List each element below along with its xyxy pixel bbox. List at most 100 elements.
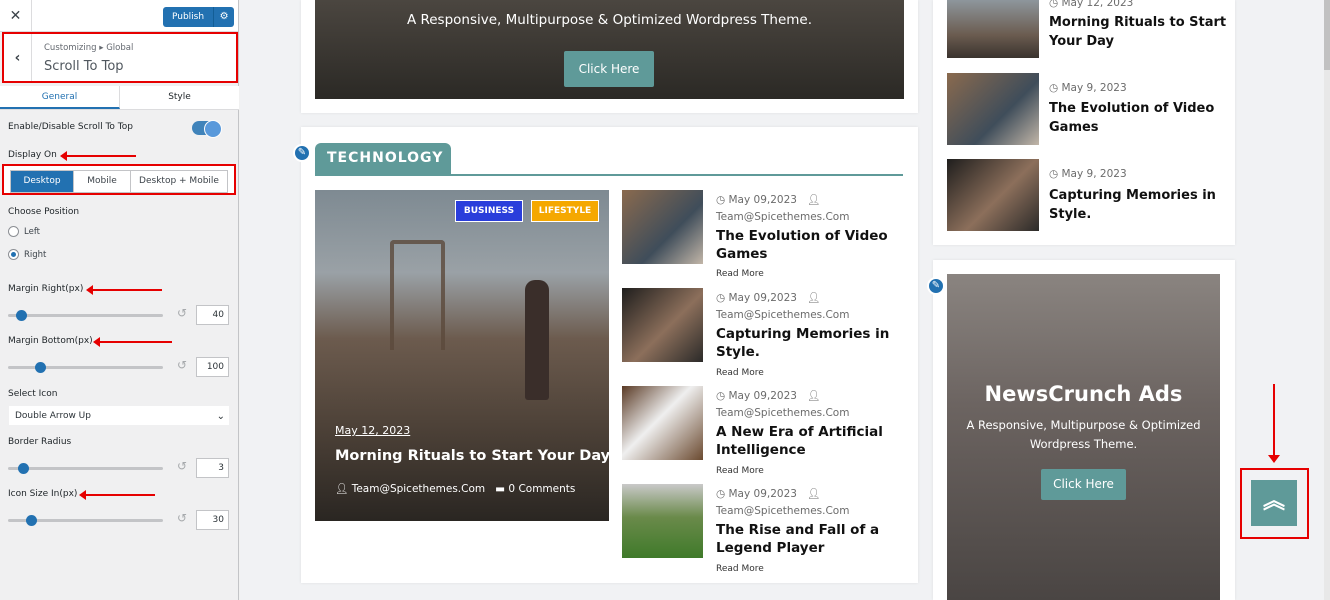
gear-icon[interactable]: ⚙ [213, 7, 235, 27]
comment-icon: ▬ [495, 483, 506, 495]
post-author[interactable]: Team@Spicethemes.Com [716, 407, 849, 419]
position-label: Choose Position [8, 207, 80, 217]
post-title-line[interactable]: Capturing Memories in [716, 325, 889, 343]
post-author[interactable]: Team@Spicethemes.Com [716, 505, 849, 517]
read-more-link[interactable]: Read More [716, 269, 764, 279]
icon-select-value: Double Arrow Up [15, 411, 91, 421]
double-chevron-up-icon[interactable]: ︽ [1251, 480, 1297, 526]
display-desktop-button[interactable]: Desktop [11, 171, 74, 192]
publish-button[interactable]: Publish ⚙ [163, 7, 235, 27]
tab-general[interactable]: General [0, 86, 120, 109]
sidebar-thumbnail[interactable] [947, 0, 1039, 58]
edit-pencil-icon[interactable]: ✎ [293, 144, 311, 162]
tag-lifestyle[interactable]: LIFESTYLE [531, 200, 599, 222]
display-mobile-button[interactable]: Mobile [74, 171, 131, 192]
bridge-graphic [390, 240, 445, 350]
featured-image[interactable] [315, 190, 609, 521]
close-icon[interactable]: ✕ [0, 0, 32, 32]
featured-date[interactable]: May 12, 2023 [335, 424, 410, 437]
margin-bottom-slider[interactable] [8, 362, 163, 373]
post-date: ◷ May 09,2023 👤︎ [716, 488, 821, 500]
post-title-line[interactable]: A New Era of Artificial [716, 423, 883, 441]
post-date: ◷ May 09,2023 👤︎ [716, 292, 821, 304]
section-header: ‹ Customizing ▸ Global Scroll To Top [2, 32, 238, 83]
preview-scrollbar[interactable] [1324, 0, 1330, 600]
position-left-radio[interactable] [8, 226, 19, 237]
post-thumbnail[interactable] [622, 386, 703, 460]
user-icon: 👤︎ [335, 483, 349, 495]
read-more-link[interactable]: Read More [716, 466, 764, 476]
sidebar-post-title-line[interactable]: Your Day [1049, 33, 1114, 51]
annotation-arrow [60, 151, 136, 161]
post-title-line[interactable]: Style. [716, 343, 760, 361]
sidebar-post-title-line[interactable]: Capturing Memories in [1049, 187, 1216, 205]
sidebar-post-title-line[interactable]: Style. [1049, 206, 1091, 224]
post-thumbnail[interactable] [622, 288, 703, 362]
featured-title[interactable]: Morning Rituals to Start Your Day [335, 448, 610, 464]
position-left-label: Left [24, 227, 40, 237]
read-more-link[interactable]: Read More [716, 564, 764, 574]
slider-thumb[interactable] [35, 362, 46, 373]
post-author[interactable]: Team@Spicethemes.Com [716, 211, 849, 223]
post-date: ◷ May 09,2023 👤︎ [716, 194, 821, 206]
post-title-line[interactable]: The Rise and Fall of a [716, 521, 879, 539]
post-title-line[interactable]: Intelligence [716, 441, 806, 459]
sidebar-thumbnail[interactable] [947, 159, 1039, 231]
position-right-radio[interactable] [8, 249, 19, 260]
sidebar-thumbnail[interactable] [947, 73, 1039, 145]
section-title: Scroll To Top [44, 59, 124, 74]
post-date: ◷ May 09,2023 👤︎ [716, 390, 821, 402]
breadcrumb: Customizing ▸ Global [44, 43, 134, 53]
reset-icon[interactable]: ↺ [177, 511, 187, 525]
customizer-panel: ✕ Publish ⚙ ‹ Customizing ▸ Global Scrol… [0, 0, 239, 600]
sidebar-post-title-line[interactable]: The Evolution of Video [1049, 100, 1214, 118]
post-thumbnail[interactable] [622, 484, 703, 558]
position-right-label: Right [24, 250, 47, 260]
read-more-link[interactable]: Read More [716, 368, 764, 378]
reset-icon[interactable]: ↺ [177, 306, 187, 320]
post-title-line[interactable]: The Evolution of Video [716, 227, 888, 245]
reset-icon[interactable]: ↺ [177, 459, 187, 473]
margin-right-slider[interactable] [8, 310, 163, 321]
enable-toggle[interactable] [192, 120, 222, 138]
slider-thumb[interactable] [18, 463, 29, 474]
annotation-arrow [79, 490, 155, 500]
section-divider [315, 174, 903, 176]
edit-pencil-icon[interactable]: ✎ [927, 277, 945, 295]
border-radius-label: Border Radius [8, 437, 72, 447]
tab-style[interactable]: Style [120, 86, 239, 109]
ad-subtitle: A Responsive, Multipurpose & Optimized Wo… [966, 418, 1201, 451]
back-arrow-icon[interactable]: ‹ [4, 34, 32, 81]
featured-comments[interactable]: 0 Comments [508, 483, 575, 495]
icon-size-slider[interactable] [8, 515, 163, 526]
featured-meta: 👤︎ Team@Spicethemes.Com ▬ 0 Comments [335, 482, 575, 495]
scrollbar-thumb[interactable] [1324, 0, 1330, 70]
post-title-line[interactable]: Games [716, 245, 767, 263]
border-radius-input[interactable]: 3 [196, 458, 229, 478]
chevron-down-icon: ⌄ [216, 411, 225, 422]
slider-thumb[interactable] [16, 310, 27, 321]
post-title-line[interactable]: Legend Player [716, 539, 824, 557]
margin-right-input[interactable]: 40 [196, 305, 229, 325]
sidebar-post-date: ◷ May 9, 2023 [1049, 168, 1127, 180]
margin-right-label: Margin Right(px) [8, 284, 84, 294]
border-radius-slider[interactable] [8, 463, 163, 474]
display-desktop-mobile-button[interactable]: Desktop + Mobile [131, 171, 227, 192]
featured-author[interactable]: Team@Spicethemes.Com [352, 483, 485, 495]
annotation-arrow [93, 337, 172, 347]
margin-bottom-input[interactable]: 100 [196, 357, 229, 377]
icon-select[interactable]: Double Arrow Up ⌄ [8, 405, 230, 426]
slider-thumb[interactable] [26, 515, 37, 526]
tag-business[interactable]: BUSINESS [455, 200, 523, 222]
post-author[interactable]: Team@Spicethemes.Com [716, 309, 849, 321]
ad-button[interactable]: Click Here [1041, 469, 1126, 500]
icon-size-input[interactable]: 30 [196, 510, 229, 530]
sidebar-post-title-line[interactable]: Morning Rituals to Start [1049, 14, 1226, 32]
hero-text: A Responsive, Multipurpose & Optimized W… [406, 12, 813, 28]
reset-icon[interactable]: ↺ [177, 358, 187, 372]
hero-button[interactable]: Click Here [564, 51, 654, 87]
post-thumbnail[interactable] [622, 190, 703, 264]
sidebar-post-title-line[interactable]: Games [1049, 119, 1099, 137]
annotation-arrow [86, 285, 162, 295]
sidebar-post-date: ◷ May 12, 2023 [1049, 0, 1134, 9]
